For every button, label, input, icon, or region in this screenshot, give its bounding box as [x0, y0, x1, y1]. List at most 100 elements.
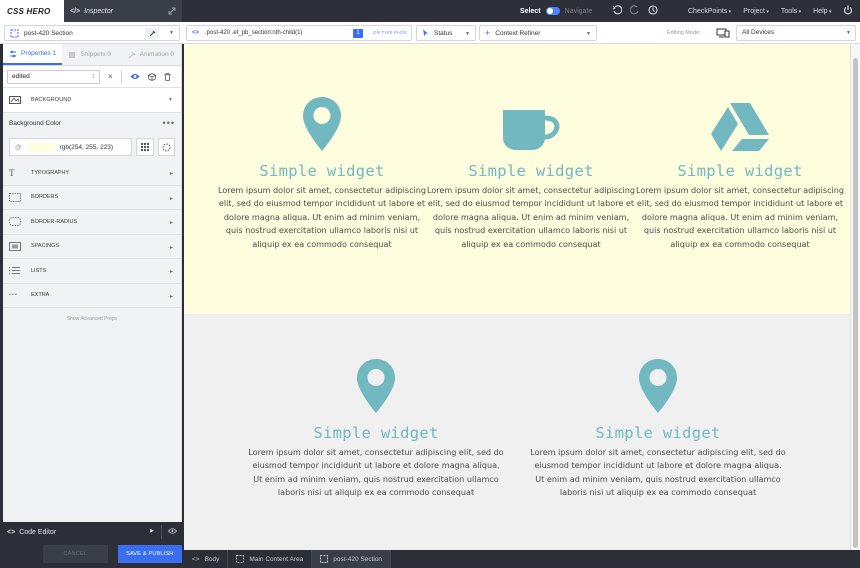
devices-icon: [716, 28, 730, 38]
plus-icon: +: [485, 27, 491, 38]
preview-scrollbar[interactable]: [850, 44, 860, 550]
widget-text: Lorem ipsum dolor sit amet, consectetur …: [530, 447, 786, 498]
selected-element-label: post-420 Section: [24, 29, 73, 37]
property-search-row: edited 1 ×: [3, 66, 181, 88]
palette-grid-icon[interactable]: [136, 138, 154, 156]
widget-card: Simple widget Lorem ipsum dolor sit amet…: [217, 88, 427, 251]
search-value: edited: [12, 73, 30, 80]
select-frame-icon: [320, 555, 329, 563]
breadcrumb-label: Body: [204, 555, 220, 563]
background-group-header[interactable]: BACKGROUND ▼: [3, 88, 181, 113]
on-this-page-label: ON THIS PAGE: [373, 30, 407, 35]
menu-project[interactable]: Project: [743, 8, 769, 15]
inspector-tab-label: Inspector: [84, 7, 113, 15]
undo-icon[interactable]: [612, 5, 622, 15]
breadcrumb: <> Body Main Content Area post-420 Secti…: [184, 550, 860, 568]
tab-animation[interactable]: Animation 0: [122, 44, 181, 65]
power-icon[interactable]: [843, 5, 853, 15]
extra-label: EXTRA: [31, 292, 50, 299]
spacings-group[interactable]: SPACINGS ▸: [3, 234, 181, 259]
trash-icon[interactable]: [164, 72, 171, 81]
clear-icon[interactable]: ×: [108, 72, 113, 81]
at-icon: @: [15, 143, 22, 151]
reset-color-icon[interactable]: [157, 138, 175, 156]
color-swatch[interactable]: [26, 143, 55, 151]
menu-help[interactable]: Help: [813, 8, 831, 15]
expand-icon[interactable]: [168, 7, 176, 15]
redo-icon[interactable]: [630, 5, 640, 15]
chevron-down-icon: ▼: [586, 31, 591, 37]
widget-text: Lorem ipsum dolor sit amet, consectetur …: [635, 185, 845, 249]
bg-color-header: Background Color •••: [3, 113, 181, 133]
lists-group[interactable]: LISTS ▸: [3, 259, 181, 284]
typography-group[interactable]: T TYPOGRAPHY ▸: [3, 161, 181, 186]
menu-checkpoints[interactable]: CheckPoints: [688, 8, 731, 15]
tab-properties[interactable]: Properties 1: [3, 44, 63, 65]
menu-tools[interactable]: Tools: [781, 8, 801, 15]
chevron-right-icon: ▶: [150, 528, 154, 534]
context-refiner-dropdown[interactable]: + Context Refiner ▼: [479, 25, 597, 41]
chevron-down-icon: ▼: [465, 31, 470, 37]
save-publish-button[interactable]: SAVE & PUBLISH: [117, 545, 182, 563]
select-mode-label[interactable]: Select: [520, 8, 541, 15]
border-radius-icon: [9, 217, 21, 227]
app-logo[interactable]: CSS HERO: [0, 0, 64, 22]
list-icon: [9, 266, 21, 275]
history-controls: [612, 5, 658, 15]
sliders-icon: [9, 50, 17, 58]
cube-icon[interactable]: [147, 72, 156, 81]
widget-card: Simple widget Lorem ipsum dolor sit amet…: [635, 88, 845, 251]
property-search-input[interactable]: edited 1: [7, 69, 100, 84]
divider: [161, 525, 162, 539]
chevron-down-icon: ▼: [169, 30, 174, 36]
show-advanced-props-link[interactable]: Show Advanced Props: [3, 308, 181, 330]
main-menu: CheckPoints Project Tools Help: [688, 0, 831, 22]
code-editor-toggle[interactable]: <> Code Editor ▶: [3, 522, 182, 542]
more-options-icon[interactable]: •••: [163, 118, 175, 128]
properties-panel: Properties 1 Snippets 0 Animation 0 edit…: [3, 44, 182, 522]
history-icon[interactable]: [648, 5, 658, 15]
chevron-down-icon: ▼: [167, 97, 173, 103]
border-radius-group[interactable]: BORDER-RADIUS ▸: [3, 210, 181, 235]
status-label: Status: [434, 29, 453, 37]
widget-text: Lorem ipsum dolor sit amet, consectetur …: [426, 185, 636, 249]
background-icon: [9, 96, 21, 104]
breadcrumb-body[interactable]: <> Body: [184, 550, 229, 568]
extra-group[interactable]: ••• EXTRA ▸: [3, 283, 181, 308]
eye-icon[interactable]: [168, 528, 177, 534]
navigate-mode-label[interactable]: Navigate: [565, 8, 593, 15]
border-radius-label: BORDER-RADIUS: [31, 218, 78, 225]
mode-toggle[interactable]: [545, 7, 560, 15]
tab-inspector[interactable]: </> Inspector: [64, 0, 182, 22]
eye-icon[interactable]: [130, 73, 140, 80]
code-icon: <>: [7, 528, 16, 536]
borders-group[interactable]: BORDERS ▸: [3, 185, 181, 210]
chevron-down-icon: ▼: [846, 30, 851, 36]
status-dropdown[interactable]: Status ▼: [416, 25, 476, 41]
code-editor-label: Code Editor: [19, 528, 57, 536]
breadcrumb-section[interactable]: post-420 Section: [312, 550, 392, 568]
editing-mode-label: Editing Mode:: [667, 30, 701, 36]
select-frame-icon: [236, 555, 245, 563]
code-icon: </>: [70, 7, 81, 15]
selected-element-dropdown[interactable]: post-420 Section ▼: [4, 25, 180, 41]
map-pin-icon: [248, 350, 504, 414]
device-dropdown[interactable]: All Devices: [736, 25, 856, 41]
selector-path-field[interactable]: <> .post-420 .et_pb_section:nth-child(1)…: [186, 25, 412, 41]
tab-snippets[interactable]: Snippets 0: [62, 44, 121, 65]
spacings-icon: [9, 241, 21, 251]
breadcrumb-main-content[interactable]: Main Content Area: [228, 550, 313, 568]
picker-icon[interactable]: [145, 28, 159, 38]
drive-icon: [635, 88, 845, 152]
scrollbar-thumb[interactable]: [853, 58, 858, 548]
coffee-cup-icon: [426, 88, 636, 152]
chevron-right-icon: ▸: [169, 195, 173, 202]
cursor-icon: [422, 29, 429, 37]
page-preview[interactable]: Simple widget Lorem ipsum dolor sit amet…: [184, 44, 850, 550]
cancel-button[interactable]: CANCEL: [43, 545, 108, 563]
background-group-label: BACKGROUND: [31, 97, 72, 103]
bg-color-title: Background Color: [9, 119, 62, 127]
bg-color-field[interactable]: @ rgb(254, 255, 223): [9, 138, 133, 156]
widget-title: Simple widget: [595, 424, 721, 442]
match-count-badge: 1: [353, 29, 363, 38]
